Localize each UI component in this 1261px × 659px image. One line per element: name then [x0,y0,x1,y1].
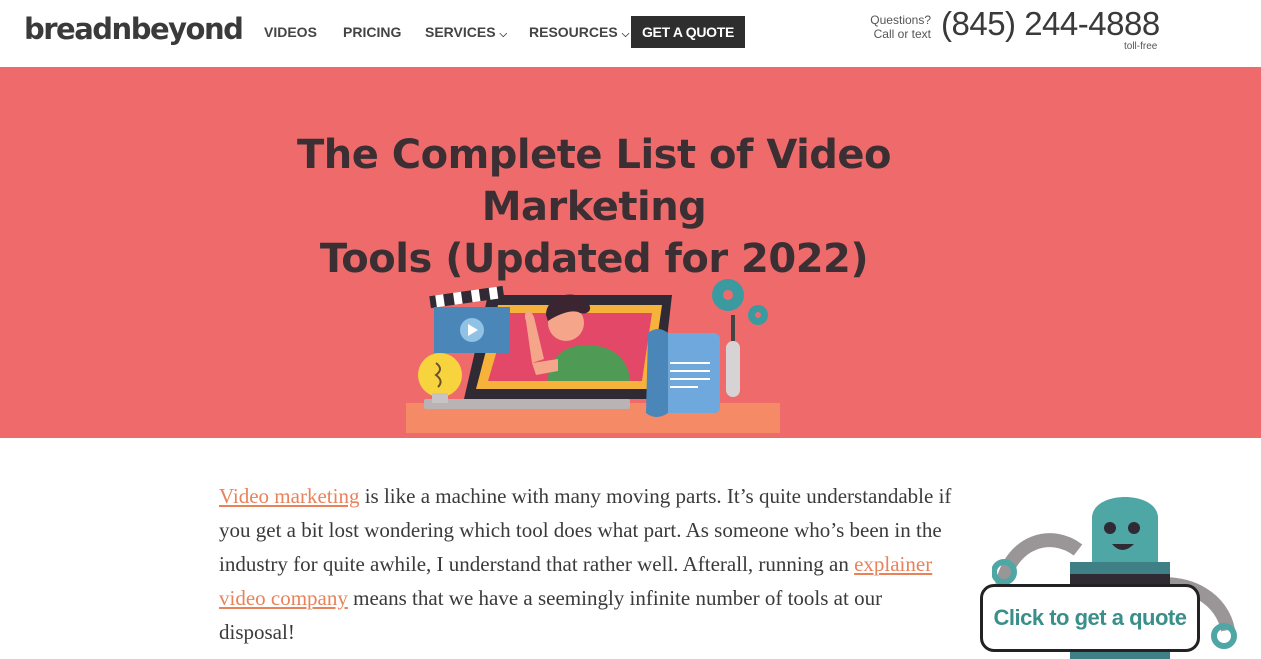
logo[interactable]: breadnbeyond [24,12,244,46]
nav-resources-label: RESOURCES [529,24,618,40]
site-header: breadnbeyond VIDEOS PRICING SERVICES ⌵ RE… [0,0,1261,67]
article-intro: Video marketing is like a machine with m… [219,479,954,649]
toll-free-label: toll-free [1124,41,1158,52]
nav-services-label: SERVICES [425,24,496,40]
nav-pricing[interactable]: PRICING [343,24,401,40]
nav-videos[interactable]: VIDEOS [264,24,317,40]
phone-number-link[interactable]: (845) 244-4888 [941,5,1160,43]
page-title: The Complete List of Video Marketing Too… [180,129,1008,285]
questions-label: Questions? [870,13,931,27]
nav-videos-label: VIDEOS [264,24,317,40]
chevron-down-icon: ⌵ [499,29,508,40]
nav-pricing-label: PRICING [343,24,402,40]
title-line-1: The Complete List of Video Marketing [296,132,892,230]
video-marketing-link[interactable]: Video marketing [219,484,359,508]
click-to-get-a-quote-button[interactable]: Click to get a quote [980,584,1200,652]
video-marketing-illustration [406,279,780,433]
chevron-down-icon: ⌵ [621,29,630,40]
hero-banner: The Complete List of Video Marketing Too… [0,67,1261,438]
call-or-text-label: Call or text [873,27,931,41]
get-a-quote-button[interactable]: GET A QUOTE [631,16,745,48]
nav-services[interactable]: SERVICES ⌵ [425,24,507,40]
nav-resources[interactable]: RESOURCES ⌵ [529,24,629,40]
